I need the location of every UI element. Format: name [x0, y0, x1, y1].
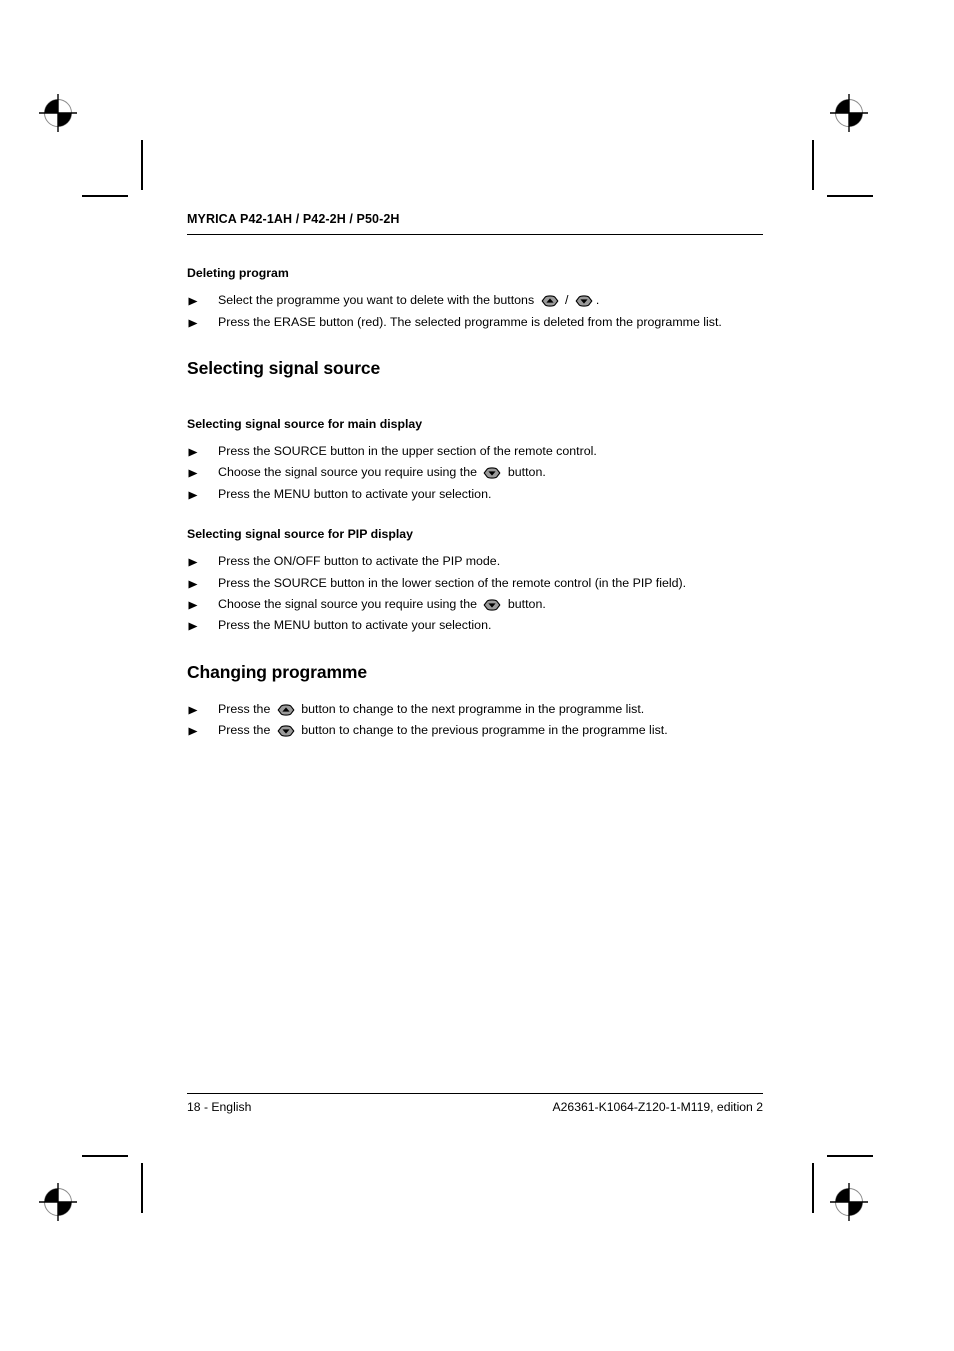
step-text-run: button to change to the next programme i…	[297, 701, 645, 716]
step-list-item: Press the ON/OFF button to activate the …	[187, 551, 763, 572]
step-text: Choose the signal source you require usi…	[218, 465, 546, 479]
step-list: Press the ON/OFF button to activate the …	[187, 551, 763, 636]
list-bullet-triangle-icon	[188, 699, 199, 715]
step-list-item: Select the programme you want to delete …	[187, 290, 763, 311]
list-bullet-triangle-icon	[188, 290, 199, 306]
step-text-run: /	[561, 293, 572, 308]
list-bullet-triangle-icon	[188, 312, 199, 328]
step-list-item: Choose the signal source you require usi…	[187, 594, 763, 615]
step-text-run: Press the ERASE button (red). The select…	[218, 314, 722, 329]
remote-key-down-icon	[573, 295, 595, 308]
step-text: Press the ERASE button (red). The select…	[218, 315, 722, 329]
step-list-item: Choose the signal source you require usi…	[187, 462, 763, 483]
step-text: Press the SOURCE button in the lower sec…	[218, 576, 686, 590]
step-text-run: Press the SOURCE button in the upper sec…	[218, 444, 597, 459]
step-text: Choose the signal source you require usi…	[218, 597, 546, 611]
step-list-item: Press the MENU button to activate your s…	[187, 484, 763, 505]
list-bullet-triangle-icon	[188, 551, 199, 567]
section-heading: Changing programme	[187, 661, 368, 682]
step-text-run: Press the	[218, 701, 274, 716]
heading-spacer	[187, 380, 763, 395]
step-text-run: Press the	[218, 722, 274, 737]
list-bullet-triangle-icon	[188, 441, 199, 457]
step-list-item: Press the SOURCE button in the lower sec…	[187, 573, 763, 594]
subsection-heading: Selecting signal source for main display	[187, 416, 423, 431]
heading-spacer	[187, 684, 763, 699]
remote-key-up-icon	[539, 295, 561, 308]
step-text: Select the programme you want to delete …	[218, 293, 599, 307]
trim-mark-horizontal	[827, 1155, 873, 1157]
registration-target-icon	[826, 1179, 872, 1225]
running-head: MYRICA P42-1AH / P42-2H / P50-2H	[187, 212, 400, 226]
list-bullet-triangle-icon	[188, 573, 199, 589]
step-text: Press the button to change to the previo…	[218, 723, 668, 737]
trim-mark-vertical	[812, 1163, 814, 1213]
trim-mark-vertical	[812, 140, 814, 190]
step-text: Press the ON/OFF button to activate the …	[218, 554, 500, 568]
section-heading: Selecting signal source	[187, 357, 381, 378]
list-bullet-triangle-icon	[188, 615, 199, 631]
step-text: Press the SOURCE button in the upper sec…	[218, 444, 597, 458]
content-blocks: Deleting program Select the programme you…	[187, 266, 763, 741]
step-list-item: Press the button to change to the previo…	[187, 720, 763, 741]
step-text-run: button.	[504, 465, 546, 480]
step-text-run: .	[595, 293, 600, 308]
step-list-item: Press the ERASE button (red). The select…	[187, 312, 763, 333]
footer-part-number: A26361-K1064-Z120-1-M119, edition 2	[552, 1100, 763, 1114]
step-list-item: Press the button to change to the next p…	[187, 699, 763, 720]
step-text-run: Press the ON/OFF button to activate the …	[218, 554, 501, 569]
step-text-run: Press the SOURCE button in the lower sec…	[218, 575, 687, 590]
heading-spacer	[187, 432, 763, 441]
remote-key-up-icon	[275, 703, 297, 716]
header-rule	[187, 234, 763, 235]
step-text-run: button.	[504, 597, 546, 612]
step-text-run: button to change to the previous program…	[297, 722, 668, 737]
trim-mark-horizontal	[82, 1155, 128, 1157]
heading-spacer	[187, 542, 763, 551]
step-text-run: Choose the signal source you require usi…	[218, 465, 481, 480]
step-text: Press the MENU button to activate your s…	[218, 618, 491, 632]
list-bullet-triangle-icon	[188, 594, 199, 610]
registration-target-icon	[826, 90, 872, 136]
trim-mark-horizontal	[82, 195, 128, 197]
remote-key-down-icon	[481, 467, 503, 480]
list-bullet-triangle-icon	[188, 720, 199, 736]
list-bullet-triangle-icon	[188, 484, 199, 500]
subsection-heading: Deleting program	[187, 266, 289, 280]
remote-key-down-icon	[481, 599, 503, 611]
step-list: Press the button to change to the next p…	[187, 699, 763, 742]
step-text: Press the MENU button to activate your s…	[218, 487, 491, 501]
step-list: Press the SOURCE button in the upper sec…	[187, 441, 763, 505]
subsection-heading: Selecting signal source for PIP display	[187, 527, 413, 542]
step-text-run: Choose the signal source you require usi…	[218, 597, 481, 612]
list-bullet-triangle-icon	[188, 462, 199, 478]
step-list-item: Press the SOURCE button in the upper sec…	[187, 441, 763, 462]
footer-rule	[187, 1093, 763, 1094]
step-text-run: Select the programme you want to delete …	[218, 293, 538, 308]
step-text-run: Press the MENU button to activate your s…	[218, 618, 492, 633]
trim-mark-horizontal	[827, 195, 873, 197]
trim-mark-vertical	[141, 1163, 143, 1213]
page-content: MYRICA P42-1AH / P42-2H / P50-2H Deletin…	[187, 212, 763, 741]
step-list-item: Press the MENU button to activate your s…	[187, 615, 763, 636]
remote-key-down-icon	[275, 725, 297, 737]
heading-spacer	[187, 281, 763, 290]
registration-target-icon	[35, 90, 81, 136]
step-text-run: Press the MENU button to activate your s…	[218, 486, 492, 501]
trim-mark-vertical	[141, 140, 143, 190]
step-list: Select the programme you want to delete …	[187, 290, 763, 333]
registration-target-icon	[35, 1179, 81, 1225]
step-text: Press the button to change to the next p…	[218, 702, 644, 716]
footer-page-label: 18 - English	[187, 1100, 252, 1114]
page-footer: 18 - English A26361-K1064-Z120-1-M119, e…	[187, 1093, 763, 1116]
